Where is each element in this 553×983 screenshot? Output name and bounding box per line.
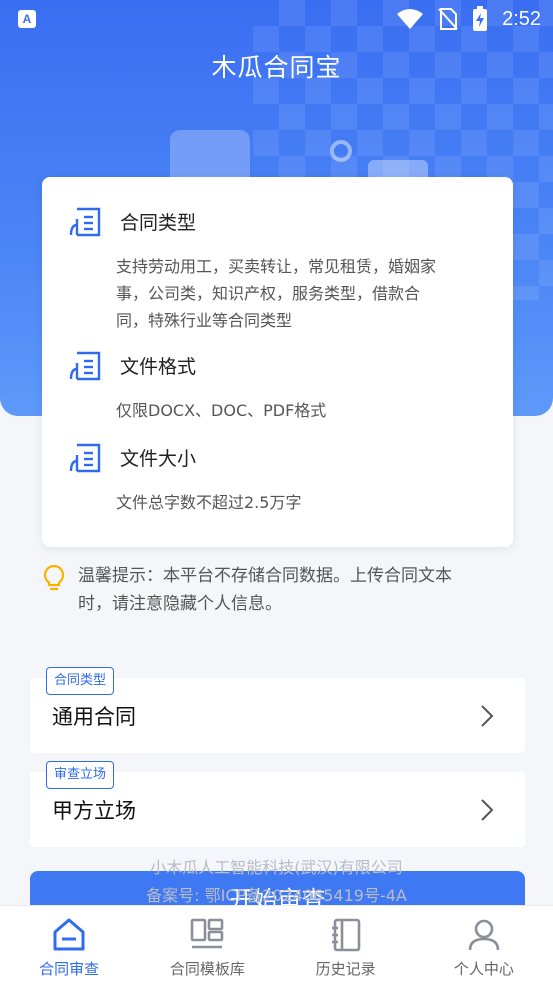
status-bar: A 2:52 <box>0 0 553 38</box>
tab-label: 历史记录 <box>315 960 376 978</box>
info-description: 支持劳动用工，买卖转让，常见租赁，婚姻家 事，公司类，知识产权，服务类型，借款合… <box>116 253 487 334</box>
info-description-line: 文件总字数不超过2.5万字 <box>116 493 302 512</box>
info-title: 合同类型 <box>120 211 197 234</box>
info-section-file-size: 文件大小 文件总字数不超过2.5万字 <box>68 439 487 516</box>
info-description: 文件总字数不超过2.5万字 <box>116 489 487 516</box>
info-description-line: 事，公司类，知识产权，服务类型，借款合 <box>116 284 421 303</box>
document-icon <box>69 443 101 473</box>
contract-type-value: 通用合同 <box>52 705 136 729</box>
review-position-value: 甲方立场 <box>52 799 136 823</box>
tab-label: 合同模板库 <box>169 960 245 978</box>
review-position-selector[interactable]: 审查立场 甲方立场 <box>30 761 525 847</box>
review-position-badge: 审查立场 <box>46 761 115 789</box>
info-card: 合同类型 支持劳动用工，买卖转让，常见租赁，婚姻家 事，公司类，知识产权，服务类… <box>42 177 513 547</box>
tip-line: 时，请注意隐藏个人信息。 <box>78 594 282 614</box>
tab-profile[interactable]: 个人中心 <box>415 906 553 983</box>
document-icon <box>69 207 101 237</box>
info-title: 文件大小 <box>120 447 197 470</box>
status-time: 2:52 <box>502 7 541 30</box>
info-description: 仅限DOCX、DOC、PDF格式 <box>116 397 487 424</box>
info-section-contract-type: 合同类型 支持劳动用工，买卖转让，常见租赁，婚姻家 事，公司类，知识产权，服务类… <box>68 203 487 334</box>
chevron-right-icon <box>481 799 494 821</box>
tip-line: 温馨提示：本平台不存储合同数据。上传合同文本 <box>78 566 452 586</box>
location-pin-decoration <box>330 140 352 162</box>
tab-label: 个人中心 <box>453 960 514 978</box>
tip-text: 温馨提示：本平台不存储合同数据。上传合同文本 时，请注意隐藏个人信息。 <box>78 562 452 618</box>
user-icon <box>468 919 500 951</box>
lightbulb-icon <box>43 564 65 591</box>
contract-type-badge: 合同类型 <box>46 667 115 695</box>
bottom-tab-bar: 合同审查 合同模板库 历史记录 个人中心 <box>0 905 553 983</box>
chevron-right-icon <box>481 705 494 727</box>
tab-history[interactable]: 历史记录 <box>277 906 415 983</box>
privacy-tip: 温馨提示：本平台不存储合同数据。上传合同文本 时，请注意隐藏个人信息。 <box>42 562 512 618</box>
company-name: 小木瓜人工智能科技(武汉)有限公司 <box>150 858 403 877</box>
tab-template-library[interactable]: 合同模板库 <box>138 906 276 983</box>
icp-record: 备案号: 鄂ICP备2024065419号-4A <box>146 886 407 905</box>
info-section-file-format: 文件格式 仅限DOCX、DOC、PDF格式 <box>68 347 487 424</box>
info-title: 文件格式 <box>120 355 197 378</box>
info-description-line: 支持劳动用工，买卖转让，常见租赁，婚姻家 <box>116 257 437 276</box>
tab-contract-review[interactable]: 合同审查 <box>0 906 138 983</box>
history-icon <box>331 918 360 952</box>
contract-review-icon <box>53 918 85 951</box>
template-library-icon <box>191 918 224 949</box>
app-title: 木瓜合同宝 <box>211 53 342 82</box>
document-icon <box>69 351 101 381</box>
no-sim-icon <box>438 8 458 30</box>
contract-type-selector[interactable]: 合同类型 通用合同 <box>30 667 525 753</box>
info-description-line: 同，特殊行业等合同类型 <box>116 311 293 330</box>
notification-app-icon: A <box>18 10 36 28</box>
info-description-line: 仅限DOCX、DOC、PDF格式 <box>116 401 327 420</box>
battery-charging-icon <box>473 6 488 31</box>
wifi-icon <box>397 9 424 29</box>
tab-label: 合同审查 <box>39 960 100 978</box>
